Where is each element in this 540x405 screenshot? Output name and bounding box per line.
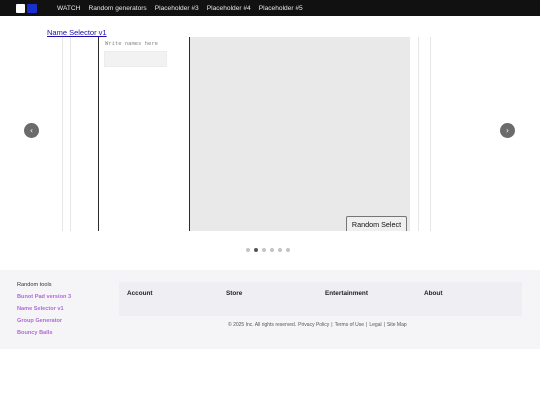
- selection-output-pane: Random Select: [190, 37, 410, 231]
- footer-column-store[interactable]: Store: [226, 290, 242, 297]
- logo-square-icon: [16, 3, 25, 13]
- top-nav-bar: WATCH Random generators Placeholder #3 P…: [0, 0, 540, 16]
- carousel-dot[interactable]: [254, 248, 258, 252]
- names-input-pane: Write names here: [98, 37, 190, 231]
- nav-link-random-generators[interactable]: Random generators: [88, 5, 146, 12]
- carousel-dot[interactable]: [270, 248, 274, 252]
- names-input[interactable]: [104, 51, 167, 67]
- slide-edge-line: [62, 37, 63, 231]
- nav-link-watch[interactable]: WATCH: [57, 5, 80, 12]
- nav-link-placeholder-4[interactable]: Placeholder #4: [207, 5, 251, 12]
- random-select-button[interactable]: Random Select: [346, 216, 407, 231]
- chevron-right-icon: ›: [505, 126, 510, 135]
- nav-link-placeholder-3[interactable]: Placeholder #3: [155, 5, 199, 12]
- carousel-prev-button[interactable]: ‹: [24, 123, 39, 138]
- legal-link[interactable]: Legal: [369, 322, 381, 328]
- random-tools-list: Random tools Bunot Pad version 3 Name Se…: [17, 282, 71, 342]
- legal-separator: |: [366, 322, 368, 328]
- tool-link-name-selector[interactable]: Name Selector v1: [17, 306, 71, 312]
- slide-edge-line: [418, 37, 419, 231]
- footer-columns: Account Store Entertainment About: [119, 282, 522, 316]
- carousel-pagination: [246, 248, 290, 252]
- carousel-dot[interactable]: [262, 248, 266, 252]
- nav-links: WATCH Random generators Placeholder #3 P…: [57, 0, 303, 16]
- site-footer: Random tools Bunot Pad version 3 Name Se…: [0, 270, 540, 349]
- slide-edge-line: [70, 37, 71, 231]
- footer-legal-bar: © 2025 Inc. All rights reserved. Privacy…: [228, 322, 407, 328]
- name-selector-link[interactable]: Name Selector v1: [47, 28, 107, 37]
- chevron-left-icon: ‹: [29, 126, 34, 135]
- random-tools-heading: Random tools: [17, 282, 52, 288]
- legal-separator: |: [383, 322, 385, 328]
- privacy-policy-link[interactable]: Privacy Policy: [298, 322, 329, 328]
- slide-edge-line: [430, 37, 431, 231]
- carousel-next-button[interactable]: ›: [500, 123, 515, 138]
- terms-of-use-link[interactable]: Terms of Use: [335, 322, 364, 328]
- logo-mark-icon: [27, 3, 37, 13]
- nav-link-placeholder-5[interactable]: Placeholder #5: [259, 5, 303, 12]
- site-logo[interactable]: [16, 3, 40, 13]
- copyright-text: © 2025 Inc. All rights reserved.: [228, 322, 297, 328]
- name-selector-tool: Write names here Random Select: [98, 37, 410, 231]
- footer-column-account[interactable]: Account: [127, 290, 153, 297]
- carousel-dot[interactable]: [286, 248, 290, 252]
- tool-carousel: Name Selector v1 Write names here Random…: [0, 16, 540, 252]
- tool-link-bunot-pad[interactable]: Bunot Pad version 3: [17, 294, 71, 300]
- site-map-link[interactable]: Site Map: [387, 322, 407, 328]
- footer-column-entertainment[interactable]: Entertainment: [325, 290, 368, 297]
- tool-link-bouncy-balls[interactable]: Bouncy Balls: [17, 330, 71, 336]
- carousel-slide: Write names here Random Select: [58, 37, 444, 231]
- names-input-label: Write names here: [105, 41, 158, 47]
- footer-column-about[interactable]: About: [424, 290, 442, 297]
- carousel-dot[interactable]: [246, 248, 250, 252]
- carousel-dot[interactable]: [278, 248, 282, 252]
- tool-link-group-generator[interactable]: Group Generator: [17, 318, 71, 324]
- legal-separator: |: [331, 322, 333, 328]
